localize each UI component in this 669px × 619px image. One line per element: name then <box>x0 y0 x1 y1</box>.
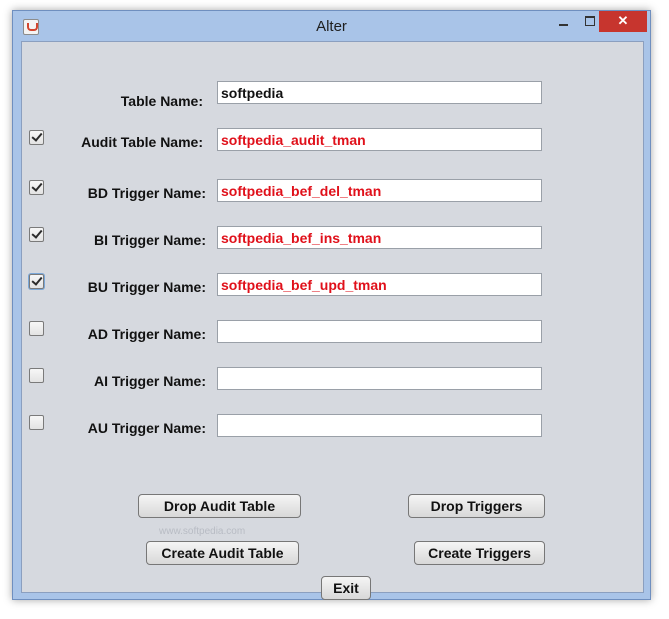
bu-trigger-checkbox[interactable] <box>29 274 44 289</box>
close-button[interactable]: ✕ <box>599 11 647 32</box>
drop-audit-table-button[interactable]: Drop Audit Table <box>138 494 301 518</box>
au-trigger-name-label: AU Trigger Name: <box>87 420 206 436</box>
bi-trigger-checkbox[interactable] <box>29 227 44 242</box>
minimize-icon <box>559 24 568 26</box>
ai-trigger-name-label: AI Trigger Name: <box>93 373 206 389</box>
ai-trigger-checkbox[interactable] <box>29 368 44 383</box>
bd-trigger-name-label: BD Trigger Name: <box>87 185 206 201</box>
title-bar[interactable]: Alter ✕ <box>13 11 650 41</box>
au-trigger-checkbox[interactable] <box>29 415 44 430</box>
ai-trigger-name-input[interactable] <box>217 367 542 390</box>
ad-trigger-name-input[interactable] <box>217 320 542 343</box>
minimize-button[interactable] <box>550 11 577 32</box>
bd-trigger-name-input[interactable]: softpedia_bef_del_tman <box>217 179 542 202</box>
watermark-text: www.softpedia.com <box>159 526 246 537</box>
bd-trigger-checkbox[interactable] <box>29 180 44 195</box>
alter-window: Alter ✕ Table Name: softpedia Audit Tabl… <box>12 10 651 600</box>
table-name-label: Table Name: <box>120 93 203 109</box>
audit-table-checkbox[interactable] <box>29 130 44 145</box>
ad-trigger-checkbox[interactable] <box>29 321 44 336</box>
exit-button[interactable]: Exit <box>321 576 371 600</box>
bu-trigger-name-label: BU Trigger Name: <box>87 279 206 295</box>
audit-table-name-input[interactable]: softpedia_audit_tman <box>217 128 542 151</box>
audit-table-name-label: Audit Table Name: <box>81 134 203 150</box>
create-audit-table-button[interactable]: Create Audit Table <box>146 541 299 565</box>
bi-trigger-name-input[interactable]: softpedia_bef_ins_tman <box>217 226 542 249</box>
ad-trigger-name-label: AD Trigger Name: <box>87 326 206 342</box>
bi-trigger-name-label: BI Trigger Name: <box>93 232 206 248</box>
maximize-icon <box>585 16 595 26</box>
bu-trigger-name-input[interactable]: softpedia_bef_upd_tman <box>217 273 542 296</box>
create-triggers-button[interactable]: Create Triggers <box>414 541 545 565</box>
au-trigger-name-input[interactable] <box>217 414 542 437</box>
drop-triggers-button[interactable]: Drop Triggers <box>408 494 545 518</box>
form-panel: Table Name: softpedia Audit Table Name: … <box>21 41 644 600</box>
table-name-input[interactable]: softpedia <box>217 81 542 104</box>
